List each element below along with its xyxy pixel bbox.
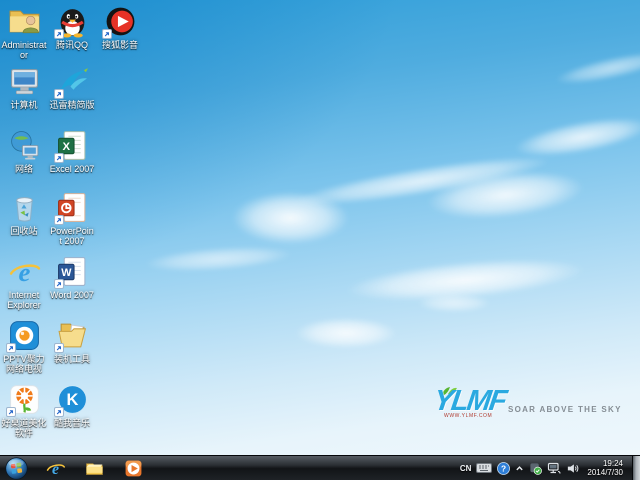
internet-explorer-icon: e <box>8 255 41 288</box>
cloud <box>513 110 640 164</box>
windows-explorer-icon <box>85 459 104 478</box>
taskbar-pinned-apps: e <box>41 457 147 479</box>
desktop-wallpaper[interactable]: YLMFSOAR ABOVE THE SKY WWW.YLMF.COM Admi… <box>0 0 640 455</box>
taskbar: e CN ? 19:24 2014/7/30 <box>0 455 640 480</box>
shortcut-arrow-icon <box>53 279 64 289</box>
screen: YLMFSOAR ABOVE THE SKY WWW.YLMF.COM Admi… <box>0 0 640 480</box>
cloud <box>296 318 396 348</box>
clock-date: 2014/7/30 <box>587 468 623 477</box>
shortcut-arrow-icon <box>5 407 16 417</box>
icon-label: 好桌道美化软件 <box>1 418 47 438</box>
recycle-bin-icon <box>8 191 41 224</box>
slogan-text: SOAR ABOVE THE SKY <box>507 405 622 414</box>
desktop-icon-internet-explorer[interactable]: e Internet Explorer <box>1 255 47 310</box>
icon-label: PPTV聚力 网络电视 <box>3 354 45 374</box>
pptv-icon <box>5 319 41 353</box>
desktop-icon-network[interactable]: 网络 <box>1 129 47 174</box>
taskbar-internet-explorer-button[interactable]: e <box>41 457 69 479</box>
powerpoint-icon <box>53 191 89 225</box>
hidden-icons-chevron-icon[interactable] <box>515 464 524 473</box>
media-player-icon <box>124 459 143 478</box>
language-indicator[interactable]: CN <box>460 464 472 473</box>
xunlei-icon <box>53 65 89 99</box>
shortcut-arrow-icon <box>53 89 64 99</box>
svg-text:K: K <box>66 391 78 409</box>
svg-text:X: X <box>62 141 70 153</box>
system-tray: CN ? 19:24 2014/7/30 <box>460 455 640 480</box>
taskbar-windows-explorer-button[interactable] <box>80 457 108 479</box>
shortcut-arrow-icon <box>53 153 64 163</box>
shortcut-arrow-icon <box>53 343 64 353</box>
icon-label: 迅雷精简版 <box>49 100 95 110</box>
desktop-icon-tencent-qq[interactable]: 腾讯QQ <box>49 5 95 50</box>
tray-icons: ? <box>476 461 579 475</box>
cloud <box>145 242 292 276</box>
icon-label: 装机工具 <box>53 354 90 364</box>
shortcut-arrow-icon <box>5 343 16 353</box>
icon-label: Excel 2007 <box>49 164 95 174</box>
internet-explorer-icon: e <box>46 459 65 478</box>
help-icon[interactable]: ? <box>497 461 511 475</box>
brand-text: YLMF <box>431 385 508 417</box>
clock[interactable]: 19:24 2014/7/30 <box>587 459 623 477</box>
icon-label: 网络 <box>14 164 33 174</box>
desktop-icon-computer[interactable]: 计算机 <box>1 65 47 110</box>
word-icon: W <box>53 255 89 289</box>
haozhuodao-icon <box>5 383 41 417</box>
icon-label: Administrator <box>1 40 47 60</box>
excel-icon: X <box>53 129 89 163</box>
svg-text:e: e <box>51 461 58 478</box>
icon-label: Word 2007 <box>50 290 94 300</box>
cloud <box>554 46 640 90</box>
clock-time: 19:24 <box>602 459 623 468</box>
icon-label: 酷我音乐 <box>53 418 90 428</box>
desktop-icon-haozhuodao[interactable]: 好桌道美化软件 <box>1 383 47 438</box>
shortcut-arrow-icon <box>53 215 64 225</box>
administrator-icon <box>8 5 41 38</box>
desktop-icon-powerpoint[interactable]: PowerPoint 2007 <box>49 191 95 246</box>
computer-icon <box>8 65 41 98</box>
keyboard-icon[interactable] <box>476 462 493 474</box>
show-desktop-button[interactable] <box>632 455 640 480</box>
icon-label: 腾讯QQ <box>55 40 88 50</box>
desktop-icon-administrator[interactable]: Administrator <box>1 5 47 60</box>
sohu-video-icon <box>101 5 137 39</box>
tencent-qq-icon <box>53 5 89 39</box>
volume-icon[interactable] <box>566 462 579 475</box>
icon-label: PowerPoint 2007 <box>50 226 94 246</box>
taskbar-media-player-button[interactable] <box>119 457 147 479</box>
network-icon <box>8 129 41 162</box>
desktop-icon-word[interactable]: W Word 2007 <box>49 255 95 300</box>
kuwo-icon: K <box>53 383 89 417</box>
desktop-icon-excel[interactable]: X Excel 2007 <box>49 129 95 174</box>
icon-label: 搜狐影音 <box>101 40 138 50</box>
start-button[interactable] <box>5 456 28 480</box>
desktop-icon-kuwo[interactable]: K 酷我音乐 <box>49 383 95 428</box>
svg-text:e: e <box>18 257 30 287</box>
desktop-icon-setup-tools[interactable]: 装机工具 <box>49 319 95 364</box>
cloud <box>418 294 490 312</box>
icon-label: 回收站 <box>10 226 38 236</box>
desktop-icon-pptv[interactable]: PPTV聚力 网络电视 <box>1 319 47 374</box>
desktop-icon-recycle-bin[interactable]: 回收站 <box>1 191 47 236</box>
network-icon[interactable] <box>547 462 561 475</box>
icon-label: 计算机 <box>10 100 38 110</box>
svg-text:W: W <box>61 267 72 279</box>
security-check-icon[interactable] <box>529 462 543 475</box>
shortcut-arrow-icon <box>53 29 64 39</box>
desktop-icon-sohu-video[interactable]: 搜狐影音 <box>97 5 143 50</box>
shortcut-arrow-icon <box>101 29 112 39</box>
svg-text:?: ? <box>501 463 506 473</box>
ylmf-logo: YLMFSOAR ABOVE THE SKY WWW.YLMF.COM <box>431 385 636 430</box>
setup-tools-icon <box>53 319 89 353</box>
desktop-icon-xunlei[interactable]: 迅雷精简版 <box>49 65 95 110</box>
icon-label: Internet Explorer <box>7 290 41 310</box>
shortcut-arrow-icon <box>53 407 64 417</box>
